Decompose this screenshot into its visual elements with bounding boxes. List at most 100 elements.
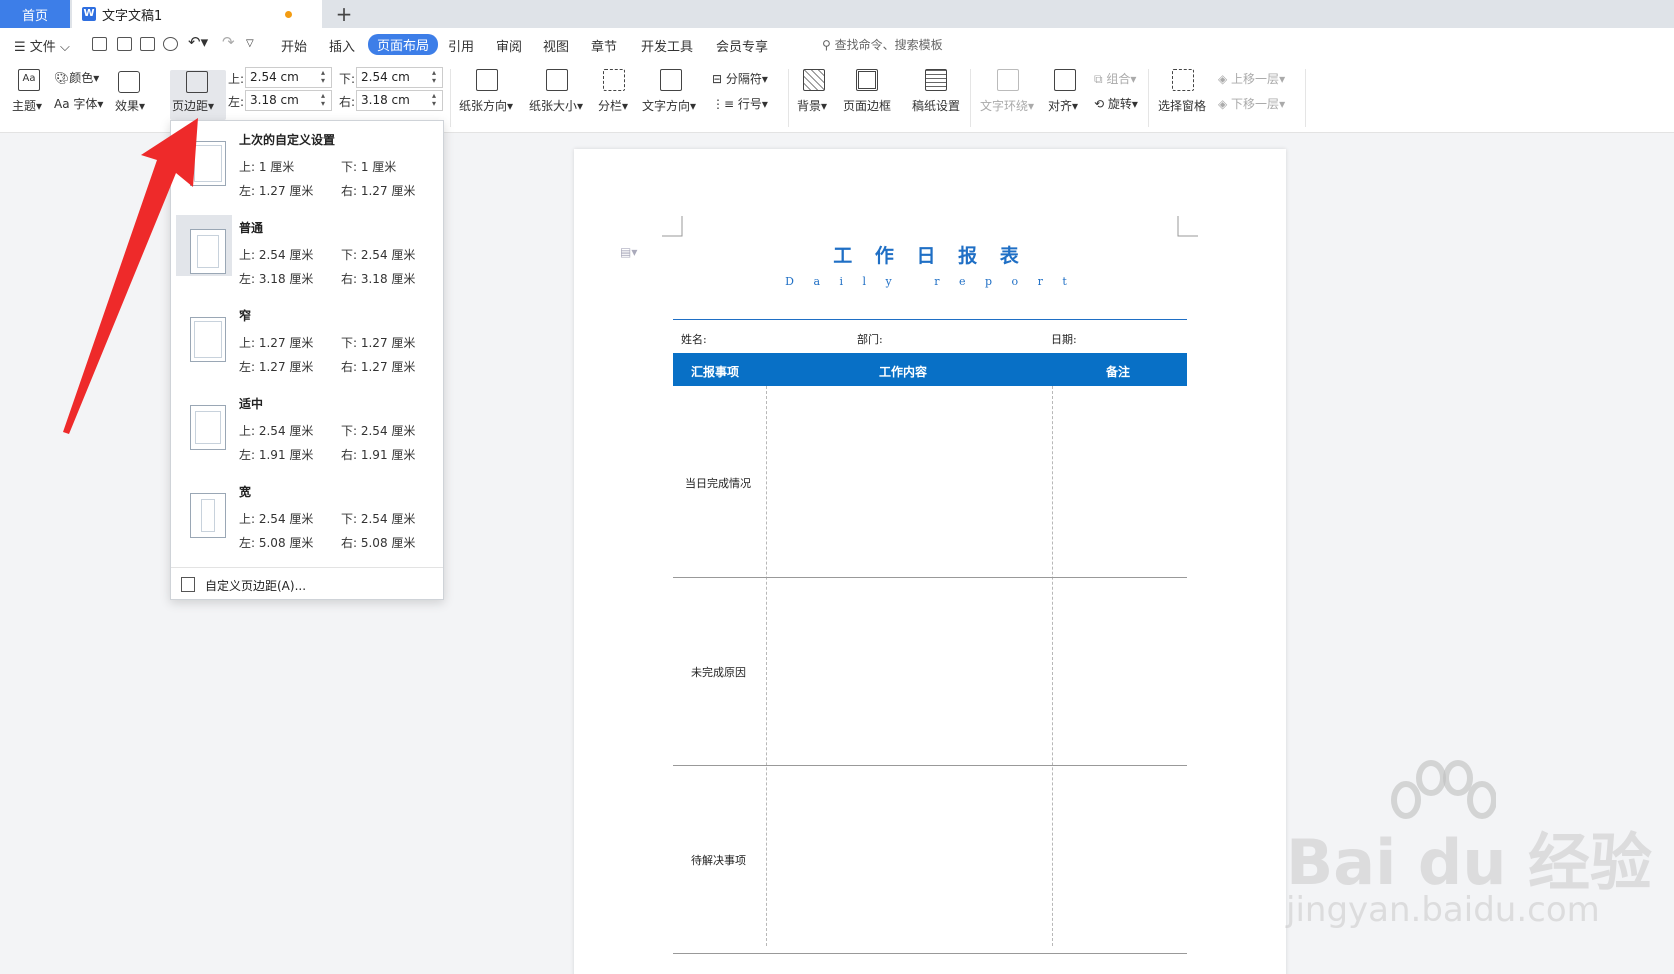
margin-option-title: 宽	[239, 485, 252, 499]
margin-option-left: 左: 1.27 厘米	[239, 360, 314, 374]
watermark-url: jingyan.baidu.com	[1286, 890, 1600, 930]
table-row-border	[673, 953, 1187, 954]
margin-option-top: 上: 2.54 厘米	[239, 512, 314, 526]
margin-option-right: 右: 5.08 厘米	[341, 536, 416, 550]
customize-toolbar-icon[interactable]: ▽	[246, 38, 254, 49]
manuscript-icon[interactable]	[925, 69, 947, 91]
margin-option-left: 左: 1.27 厘米	[239, 184, 314, 198]
undo-icon[interactable]: ↶▾	[188, 33, 208, 51]
menu-view[interactable]: 视图	[543, 36, 569, 55]
send-backward-icon: ◈	[1218, 97, 1232, 111]
tab-home[interactable]: 首页	[0, 0, 70, 28]
menu-review[interactable]: 审阅	[496, 36, 522, 55]
menu-page-layout[interactable]: 页面布局	[368, 34, 439, 55]
breaks-button[interactable]: ⊟ 分隔符▾	[712, 70, 768, 87]
left-margin-input[interactable]: 3.18 cm	[245, 90, 332, 111]
unsaved-dot-icon	[285, 11, 292, 18]
watermark-logo: Bai du 经验	[1286, 826, 1653, 899]
page-border-icon[interactable]	[856, 69, 878, 91]
table-header-cell: 备注	[1106, 365, 1131, 379]
print-icon[interactable]	[140, 37, 155, 51]
table-header: 汇报事项 工作内容 备注	[673, 353, 1187, 386]
margin-corner-mark	[662, 216, 683, 237]
group-icon: ⧉	[1094, 72, 1107, 86]
menu-start[interactable]: 开始	[281, 36, 307, 55]
color-button[interactable]: 🎨︎颜色▾	[54, 69, 99, 86]
background-label: 背景	[797, 99, 822, 113]
align-button[interactable]: 对齐▾	[1048, 97, 1078, 114]
print-preview-icon[interactable]	[163, 37, 178, 51]
margin-option-bottom: 下: 2.54 厘米	[341, 512, 416, 526]
name-label: 姓名:	[681, 333, 707, 346]
effect-icon[interactable]	[118, 71, 140, 93]
breaks-label: 分隔符	[725, 72, 762, 86]
custom-margins-button[interactable]: 自定义页边距(A)...	[205, 577, 306, 594]
selection-pane-button[interactable]: 选择窗格	[1158, 97, 1206, 114]
bring-forward-label: 上移一层	[1231, 72, 1280, 86]
command-search[interactable]: ⚲ 查找命令、搜索模板	[822, 36, 943, 53]
margin-option-right: 右: 1.91 厘米	[341, 448, 416, 462]
line-numbers-button[interactable]: ⋮≡ 行号▾	[712, 95, 768, 112]
rotate-button[interactable]: ⟲ 旋转▾	[1094, 95, 1138, 112]
redo-icon[interactable]: ↷	[222, 33, 235, 51]
export-pdf-icon[interactable]	[117, 37, 132, 51]
send-backward-button: ◈ 下移一层▾	[1218, 97, 1286, 111]
paper-size-icon[interactable]	[546, 69, 568, 91]
columns-button[interactable]: 分栏▾	[598, 97, 628, 114]
ribbon-separator	[1148, 69, 1149, 127]
columns-label: 分栏	[598, 99, 623, 113]
custom-margins-icon	[181, 577, 195, 592]
tab-bar: 首页 W 文字文稿1 +	[0, 0, 1674, 28]
columns-icon[interactable]	[603, 69, 625, 91]
menu-references[interactable]: 引用	[448, 36, 474, 55]
line-numbers-label: 行号	[737, 97, 762, 111]
save-icon[interactable]	[92, 37, 107, 51]
right-margin-input[interactable]: 3.18 cm	[356, 90, 443, 111]
margin-option-title: 上次的自定义设置	[239, 133, 336, 147]
document-page[interactable]: ▤▾ 工 作 日 报 表 D a i l y r e p o r t 姓名: 部…	[574, 149, 1286, 974]
menu-chapter[interactable]: 章节	[591, 36, 617, 55]
page-border-button[interactable]: 页面边框	[843, 97, 891, 114]
margin-option-left: 左: 5.08 厘米	[239, 536, 314, 550]
manuscript-button[interactable]: 稿纸设置	[912, 97, 960, 114]
table-row-label: 未完成原因	[691, 666, 746, 679]
table-row-label: 待解决事项	[691, 854, 746, 867]
search-icon: ⚲	[822, 38, 831, 52]
text-wrap-label: 文字环绕	[980, 99, 1029, 113]
paper-size-button[interactable]: 纸张大小▾	[529, 97, 583, 114]
top-margin-input[interactable]: 2.54 cm	[245, 67, 332, 88]
margin-option-left: 左: 1.91 厘米	[239, 448, 314, 462]
margin-option-right: 右: 3.18 厘米	[341, 272, 416, 286]
margin-option-right: 右: 1.27 厘米	[341, 360, 416, 374]
background-button[interactable]: 背景▾	[797, 97, 827, 114]
text-direction-button[interactable]: 文字方向▾	[642, 97, 696, 114]
writer-icon: W	[82, 7, 96, 21]
file-menu[interactable]: ☰ 文件 ⌵	[14, 36, 70, 55]
ribbon-separator	[450, 69, 451, 127]
table-header-cell: 工作内容	[879, 365, 928, 379]
command-search-label: 查找命令、搜索模板	[834, 38, 943, 52]
theme-icon[interactable]: Aa	[18, 69, 40, 91]
page-preview-icon	[190, 493, 226, 538]
menu-member[interactable]: 会员专享	[716, 36, 768, 55]
margin-option-title: 适中	[239, 397, 264, 411]
background-icon[interactable]	[803, 69, 825, 91]
column-divider	[1052, 386, 1053, 946]
menu-insert[interactable]: 插入	[329, 36, 355, 55]
margin-option-wide[interactable]: 宽 上: 2.54 厘米 下: 2.54 厘米 左: 5.08 厘米 右: 5.…	[171, 473, 443, 559]
margins-icon[interactable]	[186, 71, 208, 93]
menu-developer[interactable]: 开发工具	[641, 36, 693, 55]
theme-button[interactable]: 主题▾	[12, 97, 42, 114]
text-wrap-icon	[997, 69, 1019, 91]
ribbon-separator	[1305, 69, 1306, 127]
orientation-button[interactable]: 纸张方向▾	[459, 97, 513, 114]
tab-document[interactable]: W 文字文稿1	[72, 0, 322, 28]
align-icon[interactable]	[1054, 69, 1076, 91]
new-tab-plus-icon[interactable]: +	[332, 2, 356, 26]
orientation-icon[interactable]	[476, 69, 498, 91]
margin-option-top: 上: 2.54 厘米	[239, 248, 314, 262]
bottom-margin-input[interactable]: 2.54 cm	[356, 67, 443, 88]
selection-pane-icon[interactable]	[1172, 69, 1194, 91]
file-menu-label: 文件	[29, 40, 56, 55]
text-direction-icon[interactable]	[660, 69, 682, 91]
